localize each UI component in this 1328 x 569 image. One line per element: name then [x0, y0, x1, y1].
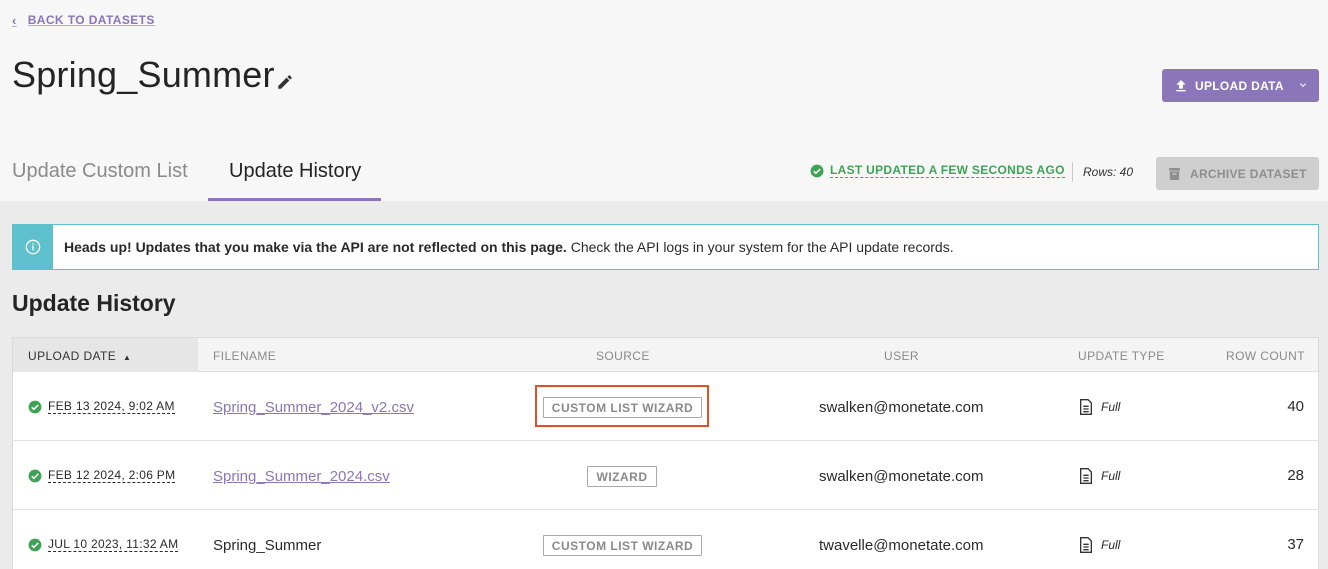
- tab-update-custom-list[interactable]: Update Custom List: [12, 160, 188, 183]
- chevron-down-icon[interactable]: [1297, 79, 1309, 91]
- upload-date-header-label: UPLOAD DATE: [28, 349, 117, 363]
- upload-date-cell: JUL 10 2023, 11:32 AM: [28, 537, 179, 552]
- archive-dataset-button[interactable]: ARCHIVE DATASET: [1156, 157, 1319, 190]
- column-header-source[interactable]: SOURCE: [596, 349, 650, 363]
- upload-date[interactable]: FEB 12 2024, 2:06 PM: [48, 468, 176, 483]
- alert-detail-text: Check the API logs in your system for th…: [566, 239, 954, 255]
- filename-link[interactable]: Spring_Summer_2024_v2.csv: [213, 399, 414, 416]
- update-history-table: UPLOAD DATE ▲ FILENAME SOURCE USER UPDAT…: [12, 337, 1319, 569]
- table-row: JUL 10 2023, 11:32 AM Spring_Summer CUST…: [13, 510, 1318, 569]
- sort-asc-icon: ▲: [122, 353, 132, 362]
- upload-label: UPLOAD DATA: [1195, 78, 1284, 93]
- document-icon: [1080, 399, 1092, 415]
- update-type-label: Full: [1101, 469, 1121, 483]
- row-count-cell: 28: [1287, 467, 1304, 484]
- divider: [1072, 162, 1073, 182]
- user-cell: swalken@monetate.com: [819, 468, 984, 485]
- tab-update-history[interactable]: Update History: [229, 160, 361, 183]
- upload-date-cell: FEB 12 2024, 2:06 PM: [28, 468, 176, 483]
- source-badge: CUSTOM LIST WIZARD: [543, 397, 702, 418]
- api-alert-banner: Heads up! Updates that you make via the …: [12, 224, 1319, 270]
- back-label: BACK TO DATASETS: [27, 13, 155, 27]
- last-updated-status: LAST UPDATED A FEW SECONDS AGO: [810, 163, 1065, 178]
- update-type-cell: Full: [1079, 537, 1120, 553]
- filename-text: Spring_Summer: [213, 537, 322, 554]
- check-circle-icon: [810, 164, 824, 177]
- upload-date[interactable]: FEB 13 2024, 9:02 AM: [48, 399, 175, 414]
- archive-icon: [1169, 167, 1180, 180]
- upload-date[interactable]: JUL 10 2023, 11:32 AM: [48, 537, 179, 552]
- column-header-update-type[interactable]: UPDATE TYPE: [1078, 349, 1165, 363]
- last-updated-label[interactable]: LAST UPDATED A FEW SECONDS AGO: [830, 163, 1065, 178]
- update-type-label: Full: [1101, 538, 1121, 552]
- row-count-summary: Rows: 40: [1083, 165, 1134, 179]
- filename-link[interactable]: Spring_Summer_2024.csv: [213, 468, 390, 485]
- pencil-icon[interactable]: [276, 73, 294, 91]
- alert-text: Heads up! Updates that you make via the …: [64, 239, 954, 255]
- column-header-filename[interactable]: FILENAME: [213, 349, 276, 363]
- document-icon: [1080, 468, 1092, 484]
- table-header: UPLOAD DATE ▲ FILENAME SOURCE USER UPDAT…: [13, 338, 1318, 372]
- upload-date-cell: FEB 13 2024, 9:02 AM: [28, 399, 175, 414]
- row-count-cell: 37: [1287, 536, 1304, 553]
- section-title: Update History: [12, 290, 176, 316]
- table-row: FEB 12 2024, 2:06 PM Spring_Summer_2024.…: [13, 441, 1318, 510]
- page-title: Spring_Summer: [12, 54, 275, 95]
- upload-icon: [1176, 79, 1186, 91]
- source-badge: WIZARD: [587, 466, 657, 487]
- alert-strip: [13, 225, 53, 269]
- column-header-user[interactable]: USER: [884, 349, 919, 363]
- update-type-cell: Full: [1079, 399, 1120, 415]
- check-circle-icon: [28, 469, 42, 482]
- title-row: Spring_Summer: [12, 54, 294, 96]
- user-cell: swalken@monetate.com: [819, 399, 984, 416]
- row-count-cell: 40: [1287, 398, 1304, 415]
- back-to-datasets-link[interactable]: ‹ BACK TO DATASETS: [12, 12, 155, 28]
- upload-data-button[interactable]: UPLOAD DATA: [1162, 69, 1319, 102]
- info-icon: [25, 239, 41, 255]
- update-type-cell: Full: [1079, 468, 1120, 484]
- user-cell: twavelle@monetate.com: [819, 537, 984, 554]
- check-circle-icon: [28, 538, 42, 551]
- archive-label: ARCHIVE DATASET: [1190, 166, 1307, 181]
- check-circle-icon: [28, 400, 42, 413]
- column-header-row-count[interactable]: ROW COUNT: [1226, 349, 1305, 363]
- chevron-left-icon: ‹: [12, 12, 17, 28]
- update-type-label: Full: [1101, 400, 1121, 414]
- document-icon: [1080, 537, 1092, 553]
- alert-bold-text: Heads up! Updates that you make via the …: [64, 239, 567, 255]
- table-row: FEB 13 2024, 9:02 AM Spring_Summer_2024_…: [13, 372, 1318, 441]
- column-header-upload-date[interactable]: UPLOAD DATE ▲: [28, 349, 131, 363]
- active-tab-indicator: [208, 198, 381, 201]
- source-badge: CUSTOM LIST WIZARD: [543, 535, 702, 556]
